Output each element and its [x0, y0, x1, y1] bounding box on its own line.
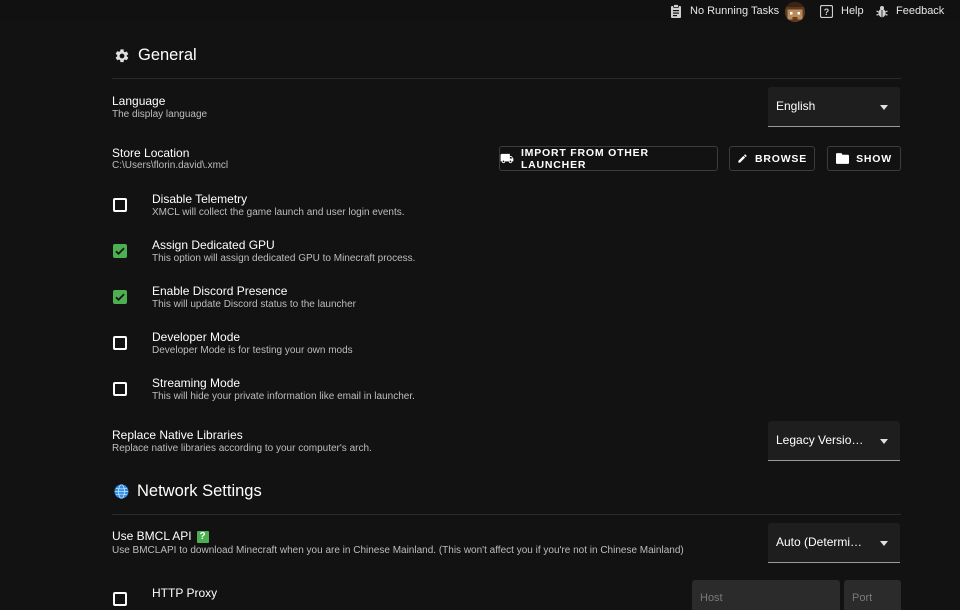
replace-native-libraries-value: Legacy Version Only — [776, 433, 868, 447]
general-section-title: General — [138, 46, 197, 64]
developer-mode-checkbox[interactable] — [113, 336, 127, 350]
bmcl-api-title: Use BMCL API — [112, 529, 192, 543]
import-from-other-launcher-button[interactable]: IMPORT FROM OTHER LAUNCHER — [499, 146, 718, 171]
network-section-title: Network Settings — [137, 482, 262, 500]
chevron-down-icon — [880, 439, 888, 444]
chevron-down-icon — [880, 541, 888, 546]
assign-dedicated-gpu-subtitle: This option will assign dedicated GPU to… — [152, 253, 416, 264]
disable-telemetry-checkbox[interactable] — [113, 198, 127, 212]
enable-discord-presence-title: Enable Discord Presence — [152, 284, 288, 298]
enable-discord-presence-checkbox[interactable] — [113, 290, 127, 304]
proxy-host-input[interactable]: Host — [692, 580, 840, 610]
streaming-mode-checkbox[interactable] — [113, 382, 127, 396]
network-section-header: Network Settings — [114, 482, 262, 501]
enable-discord-presence-subtitle: This will update Discord status to the l… — [152, 299, 356, 310]
bmcl-api-select[interactable]: Auto (Determine by Network) — [768, 523, 900, 563]
check-icon — [115, 247, 125, 255]
streaming-mode-subtitle: This will hide your private information … — [152, 391, 415, 402]
language-subtitle: The display language — [112, 109, 208, 120]
proxy-port-input[interactable]: Port — [844, 580, 901, 610]
check-icon — [115, 293, 125, 301]
pencil-icon — [738, 154, 747, 163]
store-location-title: Store Location — [112, 146, 190, 160]
show-button-label: SHOW — [856, 152, 892, 165]
bmcl-api-title-row: Use BMCL API? — [112, 529, 209, 543]
developer-mode-subtitle: Developer Mode is for testing your own m… — [152, 345, 353, 356]
bmcl-api-subtitle: Use BMCLAPI to download Minecraft when y… — [112, 545, 684, 556]
language-title: Language — [112, 94, 166, 108]
network-divider — [112, 514, 901, 515]
store-location-path: C:\Users\florin.david\.xmcl — [112, 160, 229, 171]
developer-mode-title: Developer Mode — [152, 330, 241, 344]
language-select[interactable]: English — [768, 87, 900, 127]
browse-button[interactable]: BROWSE — [729, 146, 815, 171]
assign-dedicated-gpu-title: Assign Dedicated GPU — [152, 238, 275, 252]
http-proxy-checkbox[interactable] — [113, 592, 127, 606]
truck-icon — [500, 153, 514, 164]
folder-icon — [836, 153, 850, 164]
assign-dedicated-gpu-checkbox[interactable] — [113, 244, 127, 258]
replace-native-libraries-title: Replace Native Libraries — [112, 428, 243, 442]
globe-icon — [114, 484, 129, 499]
help-badge-icon[interactable]: ? — [196, 530, 209, 543]
show-button[interactable]: SHOW — [827, 146, 901, 171]
gear-icon — [115, 48, 129, 62]
http-proxy-title: HTTP Proxy — [152, 586, 218, 600]
general-section-header: General — [114, 46, 197, 65]
general-divider — [112, 78, 901, 79]
chevron-down-icon — [880, 105, 888, 110]
settings-page: General Language The display language En… — [0, 0, 960, 610]
proxy-host-placeholder: Host — [700, 592, 723, 604]
streaming-mode-title: Streaming Mode — [152, 376, 241, 390]
proxy-port-placeholder: Port — [852, 592, 873, 604]
import-button-label: IMPORT FROM OTHER LAUNCHER — [520, 146, 649, 171]
disable-telemetry-title: Disable Telemetry — [152, 192, 248, 206]
language-select-value: English — [776, 99, 816, 113]
bmcl-api-select-value: Auto (Determine by Network) — [776, 535, 868, 549]
browse-button-label: BROWSE — [754, 152, 808, 165]
replace-native-libraries-select[interactable]: Legacy Version Only — [768, 421, 900, 461]
replace-native-libraries-subtitle: Replace native libraries according to yo… — [112, 443, 372, 454]
disable-telemetry-subtitle: XMCL will collect the game launch and us… — [152, 207, 405, 218]
